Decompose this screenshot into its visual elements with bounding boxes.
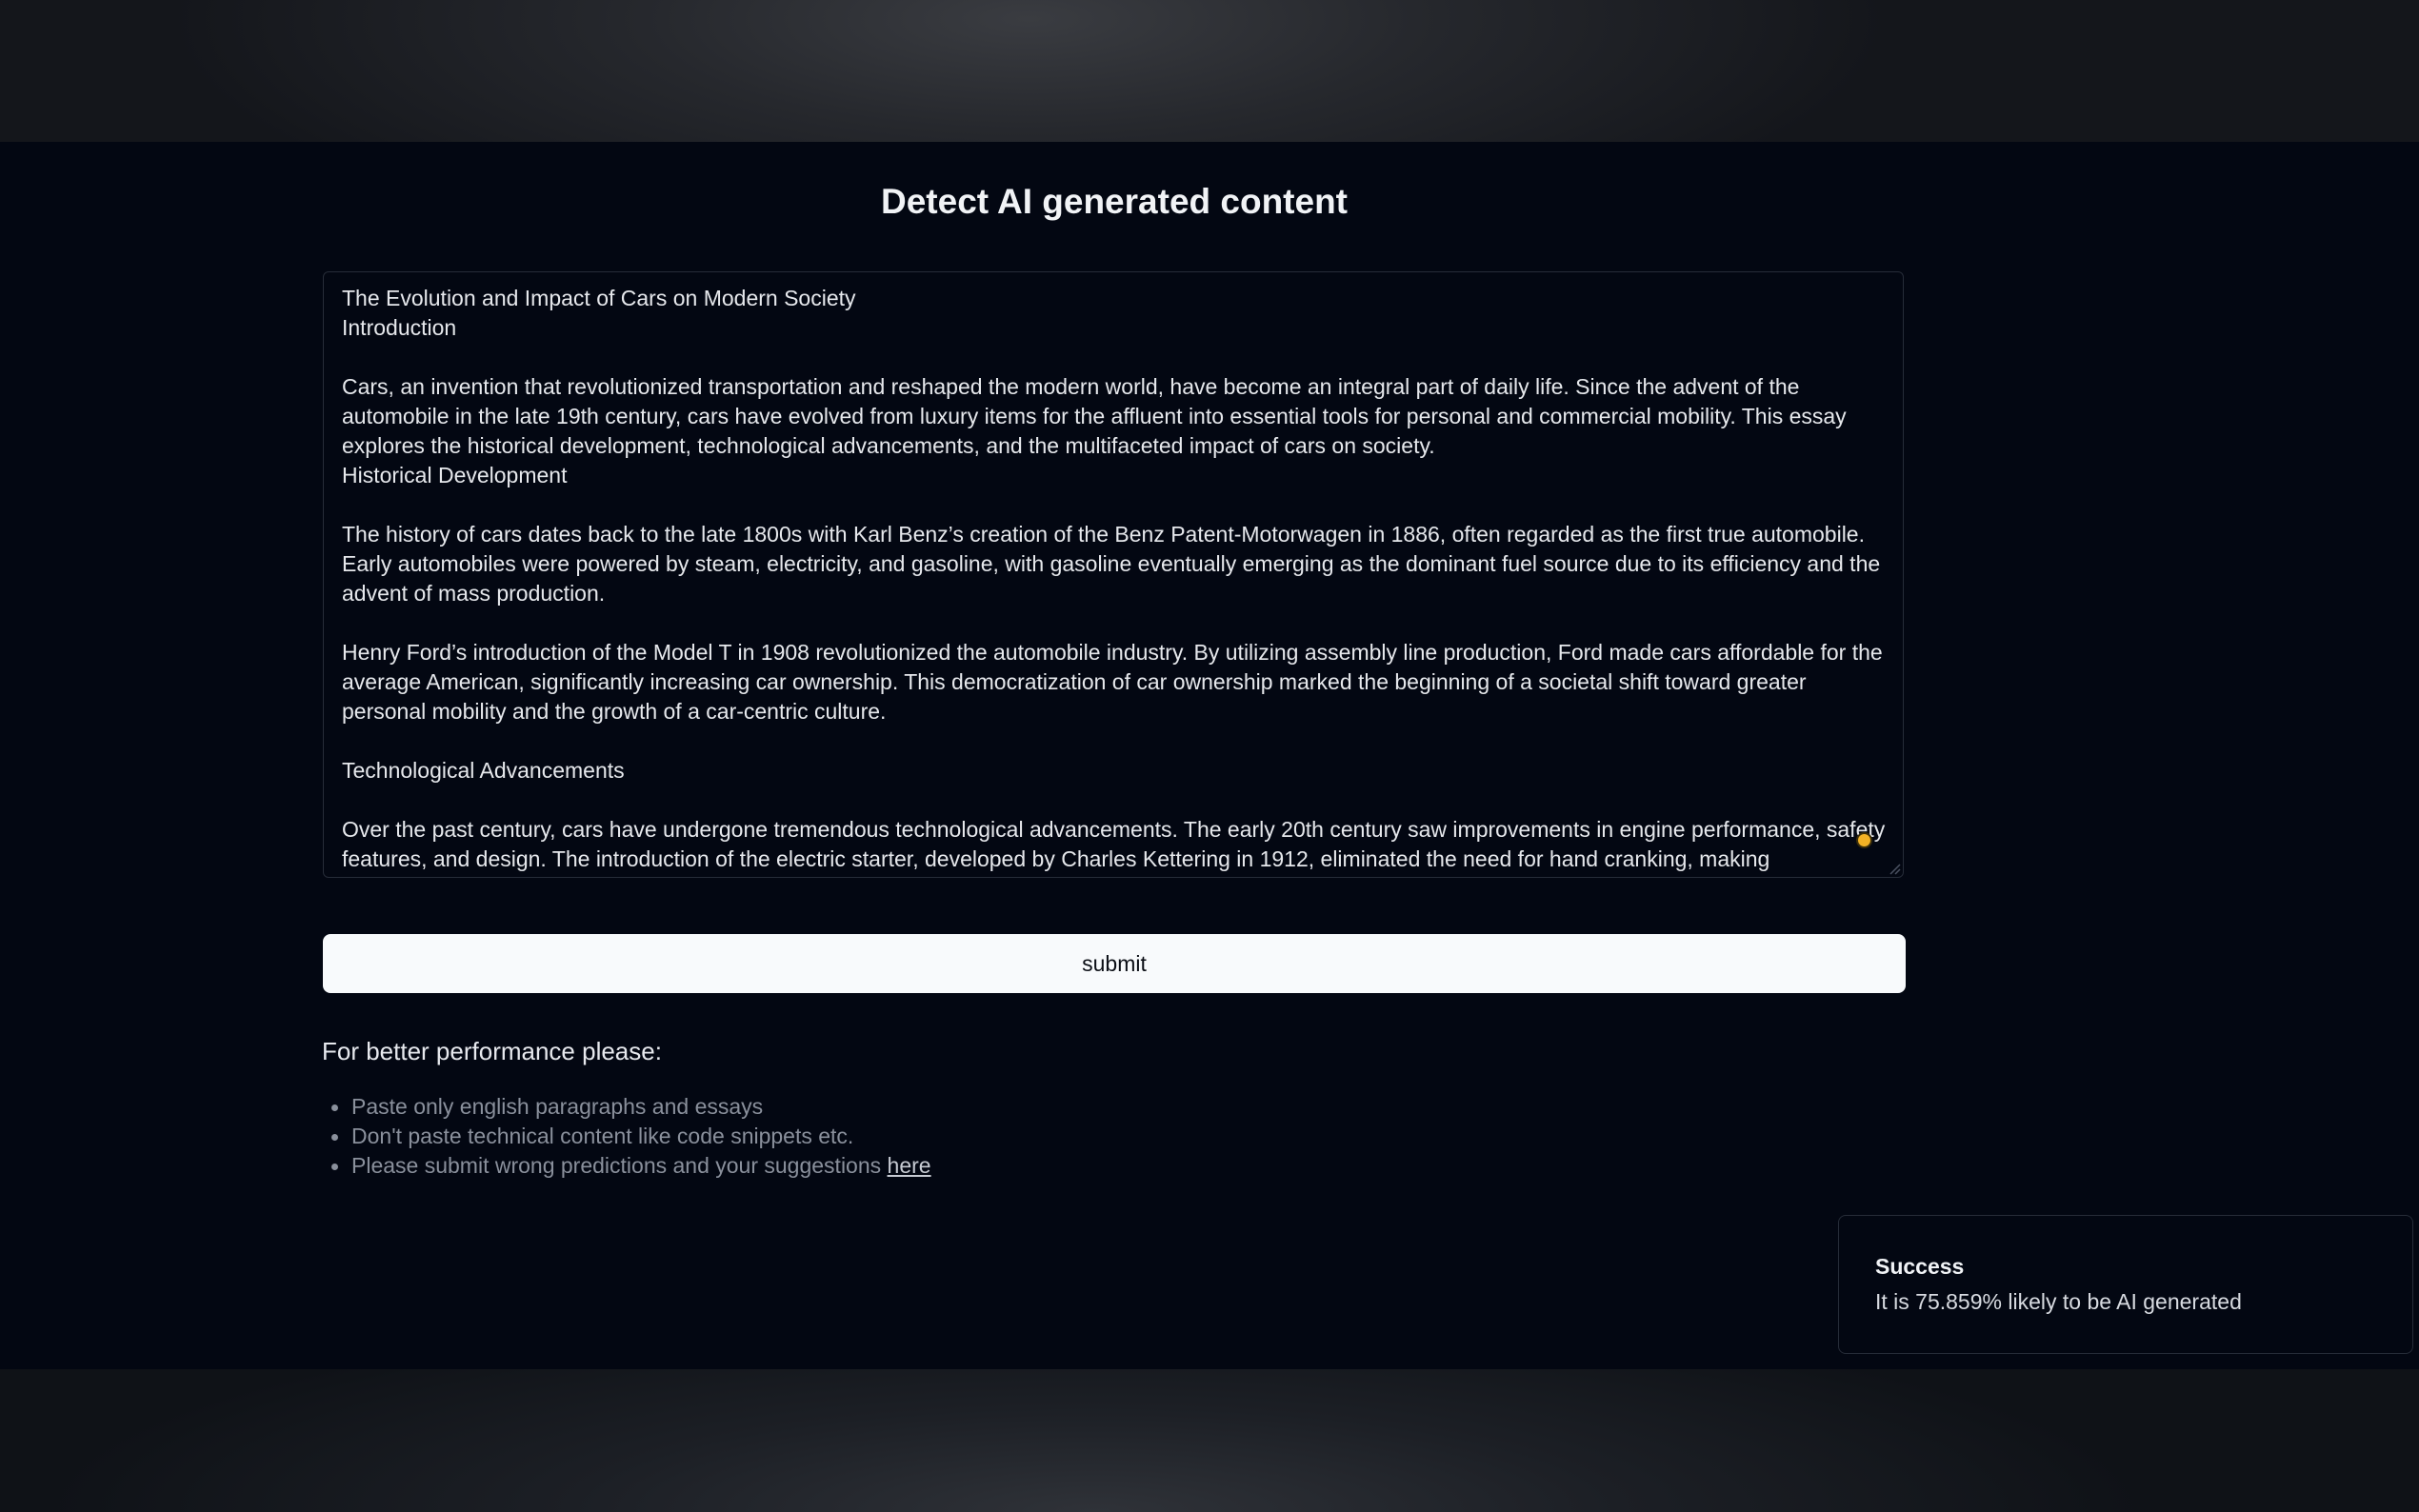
essay-textarea[interactable]: The Evolution and Impact of Cars on Mode… (323, 271, 1904, 878)
grammar-indicator-icon[interactable] (1856, 832, 1872, 848)
success-toast[interactable]: Success It is 75.859% likely to be AI ge… (1838, 1215, 2413, 1354)
app-main: Detect AI generated content The Evolutio… (0, 142, 2419, 1369)
toast-title: Success (1875, 1254, 1965, 1279)
tips-list: Paste only english paragraphs and essays… (322, 1092, 931, 1181)
backdrop-top (0, 0, 2419, 142)
essay-textarea-content[interactable]: The Evolution and Impact of Cars on Mode… (342, 284, 1889, 874)
tip-item-text: Don't paste technical content like code … (351, 1124, 854, 1148)
tip-item: Paste only english paragraphs and essays (322, 1092, 931, 1122)
tip-item-text: Paste only english paragraphs and essays (351, 1094, 764, 1119)
suggestions-link[interactable]: here (888, 1153, 931, 1178)
submit-button[interactable]: submit (323, 934, 1906, 993)
tip-item-text: Please submit wrong predictions and your… (351, 1153, 888, 1178)
backdrop-bottom (0, 1369, 2419, 1512)
resize-handle-icon[interactable] (1888, 862, 1901, 875)
tip-item: Please submit wrong predictions and your… (322, 1151, 931, 1181)
page-title: Detect AI generated content (881, 182, 1348, 221)
tip-item: Don't paste technical content like code … (322, 1122, 931, 1151)
toast-message: It is 75.859% likely to be AI generated (1875, 1289, 2242, 1314)
tips-heading: For better performance please: (322, 1037, 662, 1065)
screen: Detect AI generated content The Evolutio… (0, 0, 2419, 1512)
